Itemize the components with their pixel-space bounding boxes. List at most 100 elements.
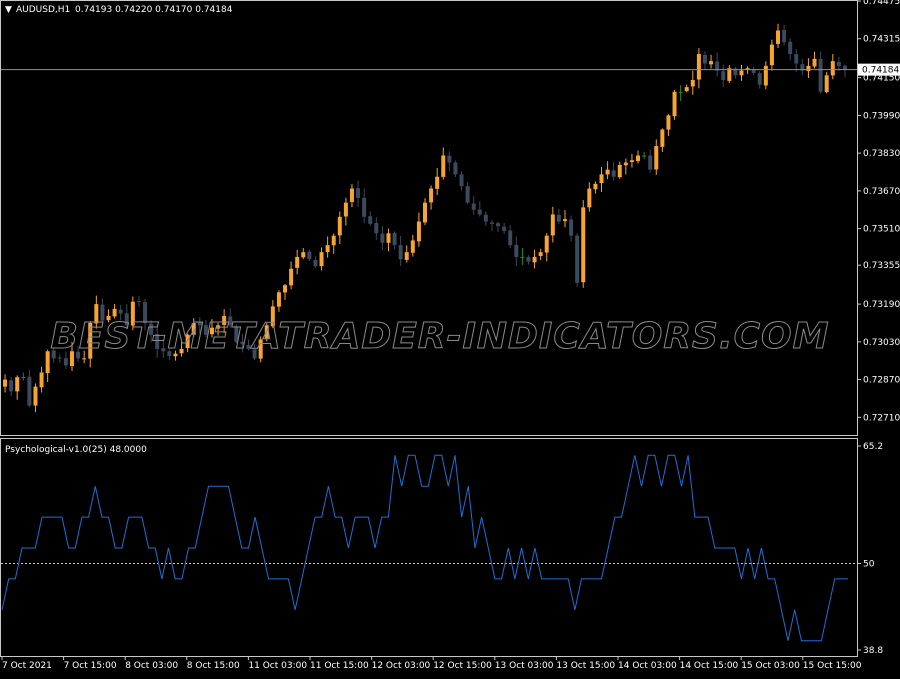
time-tick-label: 13 Oct 03:00 bbox=[495, 661, 554, 671]
candle-body bbox=[526, 257, 530, 262]
candle-body bbox=[557, 215, 561, 222]
watermark-text: BEST-METATRADER-INDICATORS.COM bbox=[50, 316, 829, 357]
price-tick-label: 0.73670 bbox=[863, 187, 900, 197]
candle-body bbox=[843, 66, 847, 70]
price-tick-label: 0.72870 bbox=[863, 376, 900, 386]
chart-canvas[interactable]: 0.74184 0.744750.743150.741500.739900.73… bbox=[0, 0, 900, 675]
candle-body bbox=[776, 30, 780, 43]
candle-body bbox=[612, 170, 616, 176]
candle-body bbox=[301, 252, 305, 257]
candle-body bbox=[794, 54, 798, 63]
candle-body bbox=[82, 358, 86, 359]
candle-body bbox=[703, 55, 707, 64]
candle bbox=[673, 90, 677, 120]
candle-body bbox=[40, 372, 44, 387]
candle-body bbox=[27, 377, 31, 406]
indicator-tick-label: 65.2 bbox=[863, 442, 883, 452]
candle-body bbox=[642, 155, 646, 156]
ohlc-values: 0.74193 0.74220 0.74170 0.74184 bbox=[75, 5, 233, 15]
candle-body bbox=[764, 66, 768, 86]
candle-body bbox=[819, 59, 823, 92]
candle-body bbox=[137, 301, 141, 302]
candle-body bbox=[338, 217, 342, 236]
candle-body bbox=[758, 73, 762, 84]
candle-body bbox=[831, 61, 835, 75]
candle-body bbox=[332, 236, 336, 246]
price-tick-label: 0.74150 bbox=[863, 74, 900, 84]
candle-body bbox=[15, 377, 19, 391]
candle-body bbox=[380, 234, 384, 243]
candle-body bbox=[514, 245, 518, 257]
indicator-tick-label: 50 bbox=[863, 559, 875, 569]
candle-body bbox=[697, 54, 701, 79]
candle-body bbox=[58, 357, 62, 358]
candle-body bbox=[520, 257, 524, 258]
candle-body bbox=[9, 380, 13, 391]
candle-body bbox=[551, 214, 555, 235]
candle-body bbox=[770, 45, 774, 66]
candle-body bbox=[782, 30, 786, 42]
price-tick-label: 0.73030 bbox=[863, 338, 900, 348]
candle-body bbox=[472, 203, 476, 209]
candle-body bbox=[739, 71, 743, 76]
candle-body bbox=[806, 66, 810, 71]
candle-body bbox=[624, 163, 628, 166]
candle-body bbox=[119, 310, 123, 314]
time-tick-label: 7 Oct 2021 bbox=[2, 661, 52, 671]
candle-body bbox=[685, 87, 689, 91]
candle bbox=[575, 233, 579, 287]
candle-body bbox=[399, 245, 403, 259]
candle-body bbox=[508, 231, 512, 246]
candle-body bbox=[837, 62, 841, 66]
candle-body bbox=[575, 236, 579, 283]
candle-body bbox=[825, 75, 829, 92]
indicator-tick-label: 38.8 bbox=[863, 646, 883, 656]
candle-body bbox=[502, 227, 506, 231]
candle-body bbox=[636, 155, 640, 161]
candle-body bbox=[593, 184, 597, 189]
candle-body bbox=[344, 203, 348, 217]
time-tick-label: 14 Oct 03:00 bbox=[618, 661, 677, 671]
candle-body bbox=[417, 222, 421, 242]
candle-body bbox=[600, 174, 604, 183]
candle-body bbox=[435, 177, 439, 189]
price-tick-label: 0.72710 bbox=[863, 413, 900, 423]
candle-body bbox=[673, 92, 677, 116]
candle-body bbox=[429, 189, 433, 203]
price-tick-label: 0.73990 bbox=[863, 111, 900, 121]
time-tick-label: 8 Oct 03:00 bbox=[125, 661, 178, 671]
candle-body bbox=[386, 233, 390, 242]
time-tick-label: 14 Oct 15:00 bbox=[680, 661, 739, 671]
chart-window[interactable]: 0.74184 0.744750.743150.741500.739900.73… bbox=[0, 0, 900, 675]
time-tick-label: 15 Oct 03:00 bbox=[741, 661, 800, 671]
candle-body bbox=[721, 71, 725, 80]
candle-body bbox=[630, 160, 634, 162]
symbol-label: AUDUSD,H1 bbox=[16, 5, 70, 15]
time-tick-label: 12 Oct 03:00 bbox=[372, 661, 431, 671]
candle-body bbox=[587, 189, 591, 208]
candle-body bbox=[648, 155, 652, 169]
candle-body bbox=[405, 252, 409, 260]
candle-body bbox=[368, 216, 372, 224]
candle-body bbox=[423, 203, 427, 223]
candle-body bbox=[679, 92, 683, 93]
candle-body bbox=[356, 188, 360, 198]
candle-body bbox=[788, 42, 792, 54]
candle-body bbox=[563, 219, 567, 221]
candle-body bbox=[33, 387, 37, 406]
candle-body bbox=[496, 223, 500, 226]
candle-body bbox=[660, 130, 664, 147]
candle-body bbox=[46, 351, 50, 373]
candle-body bbox=[569, 219, 573, 235]
candle-body bbox=[393, 233, 397, 245]
price-tick-label: 0.73830 bbox=[863, 149, 900, 159]
candle-body bbox=[295, 257, 299, 268]
candle bbox=[581, 200, 585, 288]
candle-body bbox=[666, 115, 670, 129]
candle-body bbox=[320, 252, 324, 266]
candle-body bbox=[326, 245, 330, 252]
price-tick-label: 0.73510 bbox=[863, 225, 900, 235]
candle-body bbox=[490, 222, 494, 223]
time-tick-label: 11 Oct 15:00 bbox=[310, 661, 369, 671]
candle-body bbox=[581, 207, 585, 282]
